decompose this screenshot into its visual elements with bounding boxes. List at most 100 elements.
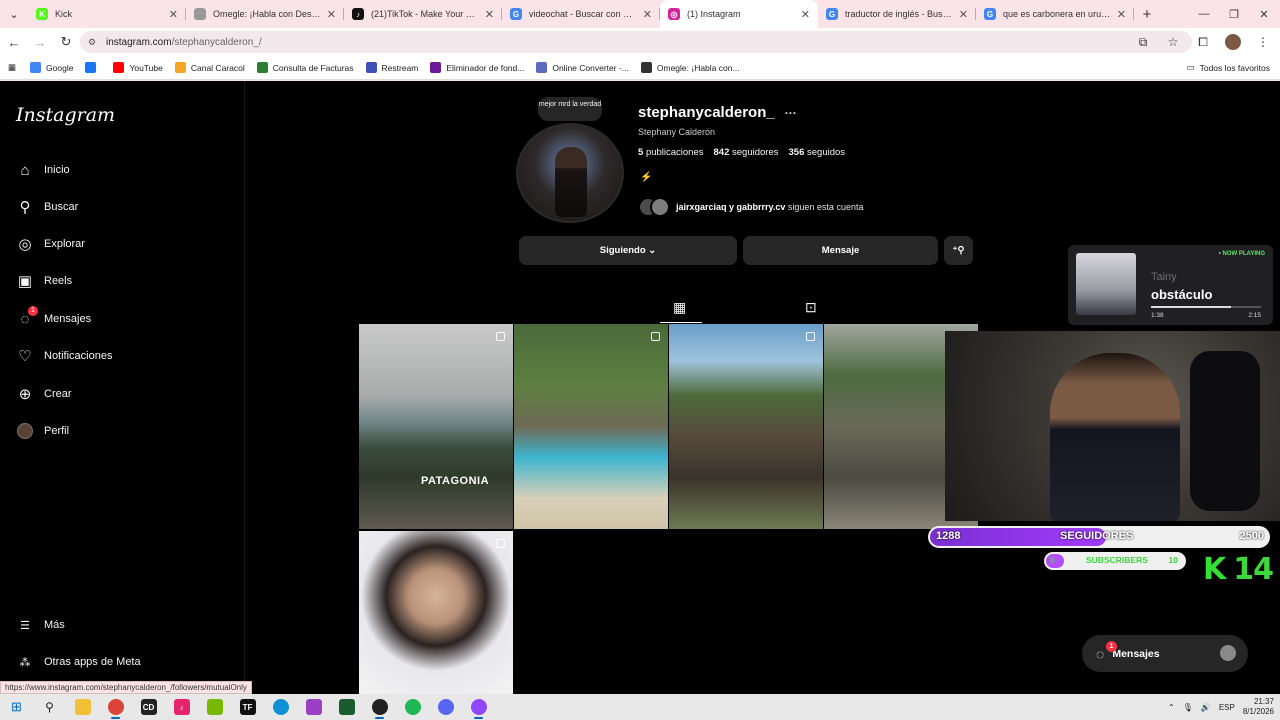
tab-1[interactable]: Omegle: ¡Habla con Desconocid ✕ [186, 0, 344, 28]
close-tab-icon[interactable]: ✕ [801, 8, 810, 21]
profile-username-row: stephanycalderon_ ··· [638, 104, 797, 121]
close-tab-icon[interactable]: ✕ [1117, 8, 1126, 21]
bookmark-item[interactable]: Consulta de Facturas [256, 62, 354, 73]
track-elapsed: 1:38 [1151, 312, 1164, 319]
tab-title: traductor de inglés - Buscar co [845, 9, 955, 19]
extensions-icon[interactable]: ⧠ [1192, 31, 1214, 53]
messages-drawer-button[interactable]: ◌ 1 Mensajes [1082, 635, 1248, 672]
tab-6[interactable]: Gque es carbonera en uruguay - ✕ [976, 0, 1134, 28]
game-bar-icon[interactable] [297, 694, 330, 720]
sidebar-item-perfil[interactable]: Perfil [16, 418, 69, 444]
sidebar-item-mensajes[interactable]: ◌ 1 Mensajes [16, 306, 91, 332]
bookmarks-bar: ▦ Google YouTube Canal Caracol Consulta de … [0, 56, 1280, 80]
install-app-icon[interactable]: ⧉ [1132, 31, 1154, 53]
tf-app-icon[interactable]: TF [231, 694, 264, 720]
close-tab-icon[interactable]: ✕ [959, 8, 968, 21]
bookmark-star-icon[interactable]: ☆ [1162, 31, 1184, 53]
clock[interactable]: 21:37 8/1/2026 [1243, 697, 1274, 717]
tagged-tab[interactable]: ⊡ [805, 299, 817, 316]
suggest-people-button[interactable]: ⁺⚲ [944, 236, 973, 265]
sidebar-item-reels[interactable]: ▣ Reels [16, 268, 72, 294]
apps-grid-icon[interactable]: ▦ [8, 62, 16, 73]
close-tab-icon[interactable]: ✕ [485, 8, 494, 21]
sidebar-item-notificaciones[interactable]: ♡ Notificaciones [16, 343, 112, 369]
address-bar[interactable]: ⚙ instagram.com/stephanycalderon_/ [80, 31, 1192, 53]
bookmark-item[interactable] [85, 62, 101, 73]
bookmark-item[interactable]: Eliminador de fond... [430, 62, 524, 73]
message-button[interactable]: Mensaje [743, 236, 938, 265]
chrome-icon[interactable] [99, 694, 132, 720]
post-tile[interactable] [669, 324, 823, 529]
post-tile[interactable] [514, 324, 668, 529]
edge-icon[interactable] [264, 694, 297, 720]
microphone-icon[interactable]: 🎙 [1183, 703, 1193, 712]
sidebar-item-inicio[interactable]: ⌂ Inicio [16, 157, 69, 183]
terminal-icon[interactable] [330, 694, 363, 720]
reload-button[interactable]: ↻ [54, 30, 78, 54]
minimize-button[interactable]: — [1190, 0, 1218, 28]
forward-button[interactable]: → [28, 30, 52, 54]
bookmark-item[interactable]: Online Converter -... [536, 62, 629, 73]
sidebar-item-more[interactable]: ☰ Más [16, 612, 65, 638]
bookmark-item[interactable]: Omegle: ¡Habla con... [640, 62, 740, 73]
tab-5[interactable]: Gtraductor de inglés - Buscar co ✕ [818, 0, 976, 28]
profile-avatar[interactable] [1222, 31, 1244, 53]
twitch-studio-icon[interactable] [462, 694, 495, 720]
spotify-icon[interactable] [396, 694, 429, 720]
mutual-followers[interactable]: jairxgarciaq y gabbrrry.cv siguen esta c… [638, 197, 863, 217]
close-window-button[interactable]: ✕ [1250, 0, 1278, 28]
post-tile[interactable]: PATAGONIA [359, 324, 513, 529]
sidebar-item-crear[interactable]: ⊕ Crear [16, 381, 72, 407]
sidebar-item-buscar[interactable]: ⚲ Buscar [16, 194, 79, 220]
bookmark-item[interactable]: YouTube [113, 62, 163, 73]
post-tile[interactable] [359, 531, 513, 694]
carousel-icon [496, 332, 505, 341]
goal-current: 1288 [936, 530, 961, 542]
tab-2[interactable]: ♪ (21)TikTok - Make Your Day ✕ [344, 0, 502, 28]
volume-icon[interactable]: 🔊 [1201, 703, 1211, 712]
bookmark-item[interactable]: Google [30, 62, 73, 73]
discord-icon[interactable] [429, 694, 462, 720]
tab-0[interactable]: K Kick ✕ [28, 0, 186, 28]
options-dots-icon[interactable]: ··· [785, 106, 797, 120]
menu-dots-icon[interactable]: ⋮ [1252, 31, 1274, 53]
following-button[interactable]: Siguiendo ⌄ [519, 236, 737, 265]
following-stat[interactable]: 356 seguidos [789, 147, 846, 158]
start-button[interactable]: ⊞ [0, 694, 33, 720]
all-bookmarks-button[interactable]: ▭ Todos los favoritos [1187, 62, 1270, 73]
close-tab-icon[interactable]: ✕ [643, 8, 652, 21]
followers-stat[interactable]: 842 seguidores [714, 147, 779, 158]
posts-stat: 5 publicaciones [638, 147, 704, 158]
tab-search-button[interactable]: ⌄ [0, 0, 28, 28]
close-tab-icon[interactable]: ✕ [169, 8, 178, 21]
new-tab-button[interactable]: + [1134, 0, 1160, 28]
instagram-logo[interactable]: Instagram [16, 104, 115, 126]
webcam-chair [1190, 351, 1260, 511]
profile-note[interactable]: mejor mrd la verdad [538, 97, 602, 121]
nvidia-icon[interactable] [198, 694, 231, 720]
bookmark-item[interactable]: Canal Caracol [174, 62, 245, 73]
close-tab-icon[interactable]: ✕ [327, 8, 336, 21]
tiktok-icon[interactable]: ♪ [165, 694, 198, 720]
sidebar-item-meta-apps[interactable]: ⁂ Otras apps de Meta [16, 649, 141, 675]
back-button[interactable]: ← [2, 30, 26, 54]
sidebar-item-explorar[interactable]: ◎ Explorar [16, 231, 85, 257]
tab-4[interactable]: ◎ (1) Instagram ✕ [660, 0, 818, 28]
profile-avatar-large[interactable] [516, 123, 624, 223]
chevron-up-icon[interactable]: ⌃ [1168, 703, 1175, 712]
tab-title: que es carbonera en uruguay - [1003, 9, 1113, 19]
language-indicator[interactable]: ESP [1219, 703, 1235, 712]
obs-icon[interactable] [363, 694, 396, 720]
site-info-icon[interactable]: ⚙ [88, 37, 102, 48]
search-icon[interactable]: ⚲ [33, 694, 66, 720]
bookmark-item[interactable]: Restream [365, 62, 418, 73]
restore-button[interactable]: ❐ [1220, 0, 1248, 28]
file-explorer-icon[interactable] [66, 694, 99, 720]
tab-favicon-icon: G [510, 8, 522, 20]
profile-photo [516, 123, 624, 223]
tab-3[interactable]: Gvideochat - Buscar con Google ✕ [502, 0, 660, 28]
notification-badge: 1 [28, 306, 38, 316]
follower-goal-bar: 1288 SEGUIDORES 2500 [928, 526, 1270, 548]
posts-grid-tab[interactable]: ▦ [673, 299, 686, 316]
call-of-duty-icon[interactable]: CD [132, 694, 165, 720]
